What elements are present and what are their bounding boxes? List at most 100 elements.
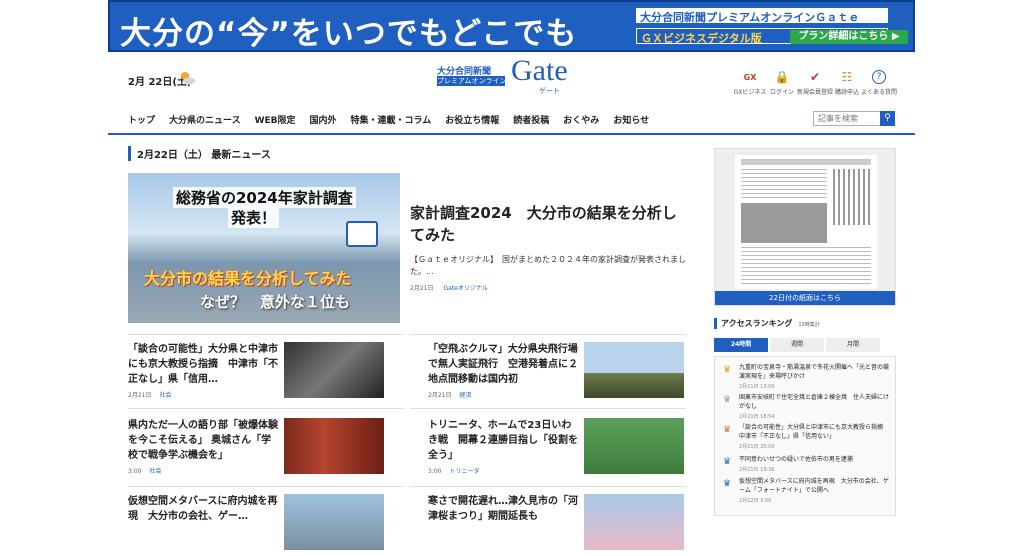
- hero-image[interactable]: 総務省の2024年家計調査 発表！ 大分市の結果を分析してみた なぜ？ 意外な１…: [128, 173, 400, 323]
- list-item[interactable]: 県内ただ一人の語り部「被爆体験を今こそ伝える」 奥城さん「学校で戦争学ぶ機会を」…: [128, 418, 404, 480]
- ranking-date: 2月21日 18:54: [739, 414, 775, 420]
- article-title[interactable]: 寒さで開花遅れ…津久見市の「河津桜まつり」期間延長も: [428, 494, 578, 524]
- article-title[interactable]: 「談合の可能性」大分県と中津市にも京大教授ら指摘 中津市「不正なし」県「信用…: [128, 342, 278, 387]
- ranking-date: 2月21日 19:36: [739, 467, 775, 473]
- list-item[interactable]: 仮想空間メタバースに府内城を再現 大分市の会社、ゲー…: [128, 494, 404, 556]
- sun-cloud-icon: [181, 72, 195, 85]
- article-title[interactable]: 仮想空間メタバースに府内城を再現 大分市の会社、ゲー…: [128, 494, 278, 524]
- nav-item-oita-news[interactable]: 大分県のニュース: [169, 113, 241, 126]
- nav-divider: [108, 133, 915, 135]
- divider: [410, 486, 686, 487]
- article-thumbnail[interactable]: [584, 418, 684, 474]
- todays-paper[interactable]: 22日付の紙面はこちら: [714, 148, 896, 306]
- hero-category[interactable]: Gateオリジナル: [443, 285, 487, 292]
- logo-gate-text: Gate: [511, 54, 568, 87]
- tab-monthly[interactable]: 月間: [826, 338, 880, 352]
- logo-premium-label: プレミアムオンライン: [437, 76, 507, 86]
- article-thumbnail[interactable]: [584, 342, 684, 398]
- search-button[interactable]: ⚲: [880, 111, 895, 126]
- nav-item-domestic-intl[interactable]: 国内外: [310, 113, 337, 126]
- article-meta: 2月21日 社会: [128, 390, 171, 399]
- divider: [410, 334, 686, 335]
- ranking-date: 2月22日 3:00: [739, 498, 772, 504]
- article-category[interactable]: トリニータ: [449, 468, 479, 475]
- article-date: 3:00: [128, 468, 142, 475]
- article-thumbnail[interactable]: [584, 494, 684, 550]
- hero-meta: 2月21日 Gateオリジナル: [410, 283, 488, 292]
- check-circle-icon: ✔: [809, 70, 821, 84]
- search-icon: ⚲: [884, 113, 891, 123]
- ranking-text[interactable]: 不同意わいせつの疑いで佐伯市の男を逮捕: [739, 455, 891, 464]
- list-item[interactable]: トリニータ、ホームで23日いわき戦 開幕２連勝目指し「役割を全う」 3:00 トリ…: [428, 418, 704, 480]
- list-item[interactable]: 「空飛ぶクルマ」大分県央飛行場で無人実証飛行 空港発着点に２地点間移動は国内初 …: [428, 342, 704, 404]
- nav-item-top[interactable]: トップ: [128, 113, 155, 126]
- hero-title[interactable]: 家計調査2024 大分市の結果を分析してみた: [410, 202, 688, 246]
- article-category[interactable]: 社会: [149, 468, 161, 475]
- divider: [128, 486, 404, 487]
- hero-date: 2月21日: [410, 285, 434, 292]
- ranking-date: 2月21日 13:00: [739, 384, 775, 390]
- article-meta: 3:00 トリニータ: [428, 466, 480, 475]
- nav-item-notices[interactable]: お知らせ: [613, 113, 649, 126]
- robot-icon: [346, 221, 378, 247]
- plan-details-button[interactable]: プラン詳細はこちら ▶: [790, 30, 908, 44]
- paper-caption[interactable]: 22日付の紙面はこちら: [715, 291, 895, 305]
- divider: [128, 334, 404, 335]
- article-thumbnail[interactable]: [284, 494, 384, 550]
- article-category[interactable]: 社会: [159, 392, 171, 399]
- hero-description: 【Ｇａｔｅオリジナル】 国がまとめた２０２４年の家計調査が発表されました。...: [410, 255, 686, 276]
- nav-item-web-only[interactable]: WEB限定: [255, 113, 296, 126]
- crown-icon: ♛: [723, 479, 732, 489]
- nav-item-obituaries[interactable]: おくやみ: [563, 113, 599, 126]
- article-thumbnail[interactable]: [284, 418, 384, 474]
- logo-kana: ゲート: [539, 87, 560, 95]
- article-title[interactable]: 「空飛ぶクルマ」大分県央飛行場で無人実証飛行 空港発着点に２地点間移動は国内初: [428, 342, 578, 387]
- question-icon: ?: [872, 70, 886, 84]
- gold-crown-icon: ♛: [723, 365, 732, 375]
- promo-banner[interactable]: 大分の“今”をいつでもどこでも 大分合同新聞プレミアムオンラインＧａｔｅ ＧＸビ…: [108, 0, 915, 52]
- newspaper-icon: ☷: [841, 70, 853, 84]
- list-item[interactable]: 「談合の可能性」大分県と中津市にも京大教授ら指摘 中津市「不正なし」県「信用… …: [128, 342, 404, 404]
- tab-weekly[interactable]: 週間: [770, 338, 824, 352]
- silver-crown-icon: ♛: [723, 395, 732, 405]
- faq-label: よくある質問: [860, 89, 897, 96]
- login-label: ログイン: [769, 89, 794, 96]
- ranking-title-text: アクセスランキング: [721, 319, 793, 328]
- paper-thumbnail[interactable]: [735, 155, 877, 289]
- nav-item-features[interactable]: 特集・連載・コラム: [351, 113, 432, 126]
- article-meta: 2月21日 経済: [428, 390, 471, 399]
- ranking-text[interactable]: 「談合の可能性」大分県と中津市にも京大教授ら指摘 中津市「不正なし」県「信用ない…: [739, 423, 891, 441]
- main-nav: トップ 大分県のニュース WEB限定 国内外 特集・連載・コラム お役立ち情報 …: [128, 113, 663, 126]
- ranking-title: アクセスランキング 13時集計: [714, 318, 820, 329]
- article-date: 2月21日: [428, 392, 452, 399]
- ranking-list: ♛ 九重町の宝泉寺・筋湯温泉で冬花火開催へ「光と音の競演実現を」来場呼びかけ 2…: [714, 356, 896, 516]
- banner-brand: 大分合同新聞プレミアムオンラインＧａｔｅ: [636, 8, 888, 24]
- article-date: 2月21日: [128, 392, 152, 399]
- bronze-crown-icon: ♛: [723, 425, 732, 435]
- article-date: 3:00: [428, 468, 442, 475]
- crown-icon: ♛: [723, 457, 732, 467]
- ranking-tabs: 24時間 週間 月間: [714, 338, 882, 352]
- site-logo[interactable]: 大分合同新聞 プレミアムオンライン Gate ゲート: [437, 54, 597, 98]
- nav-item-useful-info[interactable]: お役立ち情報: [445, 113, 499, 126]
- logo-newspaper-name: 大分合同新聞: [437, 64, 505, 77]
- section-title: 2月22日（土） 最新ニュース: [128, 146, 271, 161]
- article-meta: 3:00 社会: [128, 466, 162, 475]
- hero-image-caption-4: なぜ？ 意外な１位も: [200, 293, 351, 311]
- ranking-text[interactable]: 九重町の宝泉寺・筋湯温泉で冬花火開催へ「光と音の競演実現を」来場呼びかけ: [739, 363, 891, 381]
- faq-link[interactable]: ? よくある質問: [859, 70, 899, 96]
- ranking-text[interactable]: 仮想空間メタバースに府内城を再現 大分市の会社、ゲーム「フォートナイト」で公開へ: [739, 477, 891, 495]
- hero-image-caption-2: 発表！: [228, 207, 280, 228]
- nav-item-reader-posts[interactable]: 読者投稿: [513, 113, 549, 126]
- article-thumbnail[interactable]: [284, 342, 384, 398]
- list-item[interactable]: 寒さで開花遅れ…津久見市の「河津桜まつり」期間延長も: [428, 494, 704, 556]
- ranking-text[interactable]: 国東市安岐町で住宅全焼と倉庫２棟全焼 住人夫婦にけがなし: [739, 393, 891, 411]
- gx-icon: GX: [743, 72, 757, 82]
- article-category[interactable]: 経済: [459, 392, 471, 399]
- ranking-updated: 13時集計: [798, 322, 820, 328]
- hero-image-caption-3: 大分市の結果を分析してみた: [144, 269, 352, 288]
- tab-24h[interactable]: 24時間: [714, 338, 768, 352]
- hero-image-caption-1: 総務省の2024年家計調査: [173, 187, 356, 208]
- article-title[interactable]: トリニータ、ホームで23日いわき戦 開幕２連勝目指し「役割を全う」: [428, 418, 578, 463]
- article-title[interactable]: 県内ただ一人の語り部「被爆体験を今こそ伝える」 奥城さん「学校で戦争学ぶ機会を」: [128, 418, 278, 463]
